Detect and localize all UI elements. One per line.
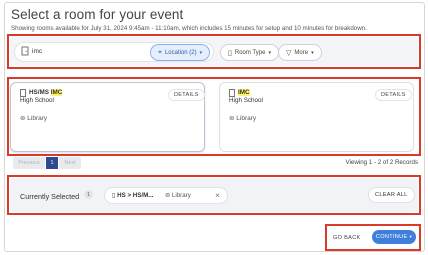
record-count: Viewing 1 - 2 of 2 Records: [345, 159, 418, 166]
highlight-box-rooms: [7, 77, 421, 156]
next-page-button[interactable]: Next: [59, 157, 81, 169]
highlight-box-selection: [7, 175, 421, 215]
availability-subtitle: Showing rooms available for July 31, 202…: [11, 25, 367, 32]
current-page-button[interactable]: 1: [46, 157, 58, 169]
highlight-box-search: [7, 34, 421, 69]
page-title: Select a room for your event: [11, 7, 184, 22]
highlight-box-actions: [325, 224, 421, 251]
previous-page-button[interactable]: Previous: [13, 157, 45, 169]
